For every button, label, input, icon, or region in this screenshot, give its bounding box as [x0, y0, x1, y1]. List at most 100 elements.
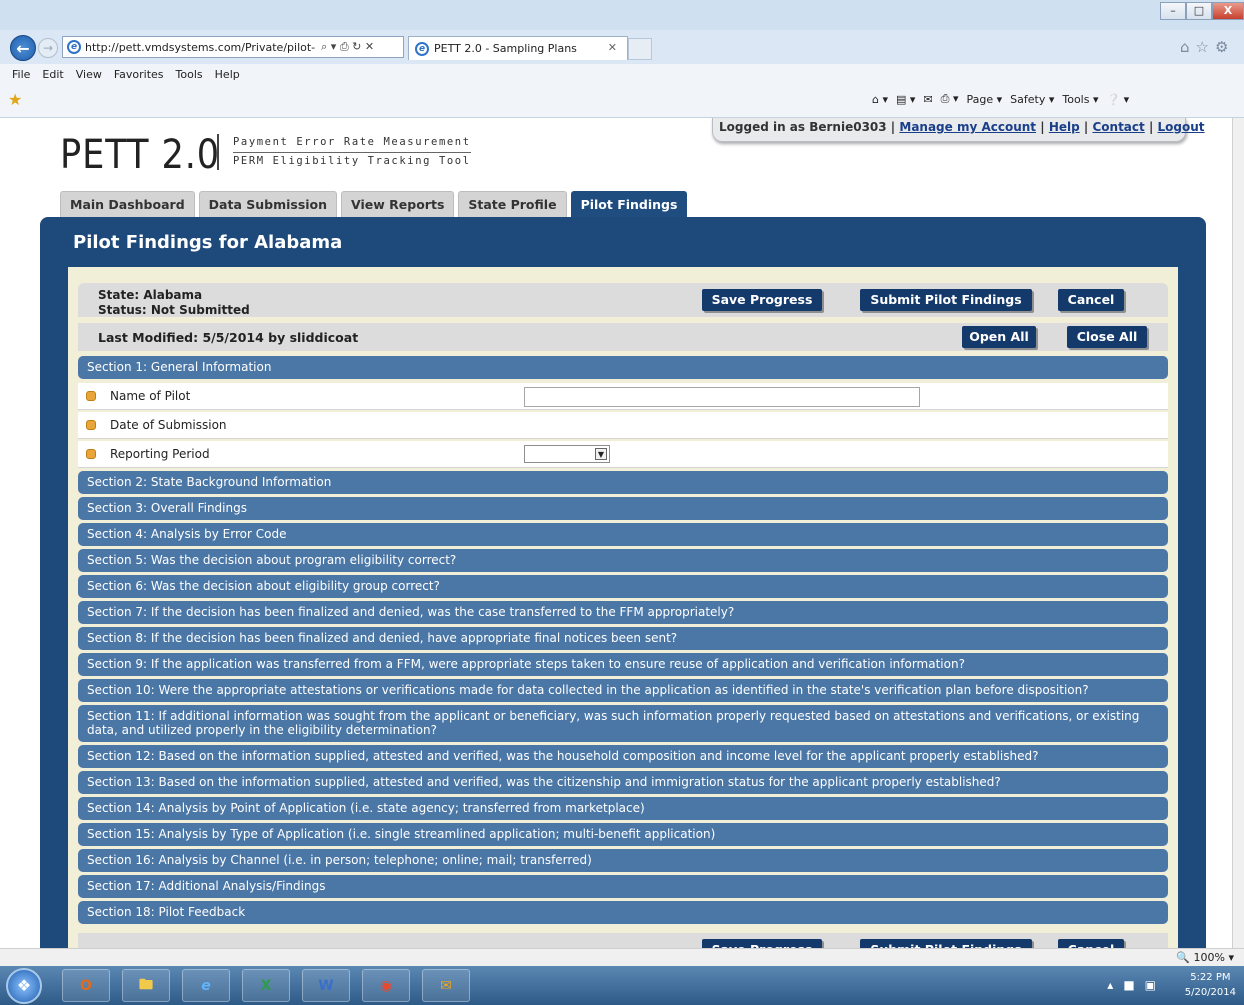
start-button[interactable]: ❖: [6, 968, 42, 1004]
ie-page-icon: e: [67, 40, 81, 54]
new-tab-button[interactable]: [628, 38, 652, 60]
save-progress-button[interactable]: Save Progress: [702, 289, 822, 311]
section-1-header[interactable]: Section 1: General Information: [78, 356, 1168, 379]
zoom-icon: 🔍: [1176, 951, 1191, 964]
section-9-header[interactable]: Section 9: If the application was transf…: [78, 653, 1168, 676]
cmd-safety[interactable]: Safety ▾: [1010, 93, 1054, 106]
logout-link[interactable]: Logout: [1158, 120, 1205, 134]
section-10-header[interactable]: Section 10: Were the appropriate attesta…: [78, 679, 1168, 702]
close-tab-icon[interactable]: ✕: [608, 41, 617, 54]
mail-icon[interactable]: ✉: [923, 93, 932, 106]
home-cmd-icon[interactable]: ⌂ ▾: [872, 93, 888, 106]
tab-state-profile[interactable]: State Profile: [458, 191, 567, 217]
tab-pilot-findings[interactable]: Pilot Findings: [570, 191, 688, 217]
cmd-page[interactable]: Page ▾: [966, 93, 1002, 106]
section-3-header[interactable]: Section 3: Overall Findings: [78, 497, 1168, 520]
contact-link[interactable]: Contact: [1092, 120, 1144, 134]
section-18-header[interactable]: Section 18: Pilot Feedback: [78, 901, 1168, 924]
help-link[interactable]: Help: [1049, 120, 1080, 134]
navigation-row: ← → e http://pett.vmdsystems.com/Private…: [0, 30, 1244, 64]
menu-view[interactable]: View: [70, 68, 108, 81]
tab-main-dashboard[interactable]: Main Dashboard: [60, 191, 195, 217]
system-clock[interactable]: 5:22 PM 5/20/2014: [1185, 970, 1236, 1000]
favorites-star-icon[interactable]: ☆: [1196, 38, 1215, 56]
tab-view-reports[interactable]: View Reports: [341, 191, 455, 217]
help-icon[interactable]: ❔ ▾: [1106, 93, 1129, 106]
vertical-scrollbar[interactable]: [1232, 118, 1244, 948]
gear-icon[interactable]: ⚙: [1215, 38, 1234, 56]
separator: |: [1083, 120, 1089, 134]
section-17-header[interactable]: Section 17: Additional Analysis/Findings: [78, 875, 1168, 898]
name-of-pilot-input[interactable]: [524, 387, 920, 407]
submit-pilot-findings-button[interactable]: Submit Pilot Findings: [860, 289, 1032, 311]
address-controls-icon[interactable]: ⌕ ▾ ⎙ ↻ ✕: [321, 40, 374, 54]
section-14-header[interactable]: Section 14: Analysis by Point of Applica…: [78, 797, 1168, 820]
close-all-button[interactable]: Close All: [1067, 326, 1147, 348]
feeds-icon[interactable]: ▤ ▾: [896, 93, 915, 106]
section-4-header[interactable]: Section 4: Analysis by Error Code: [78, 523, 1168, 546]
open-all-button[interactable]: Open All: [962, 326, 1036, 348]
menu-help[interactable]: Help: [209, 68, 246, 81]
section-5-header[interactable]: Section 5: Was the decision about progra…: [78, 549, 1168, 572]
forward-button[interactable]: →: [38, 38, 58, 58]
browser-tab-title: PETT 2.0 - Sampling Plans: [434, 42, 577, 55]
logo-subtitle: Payment Error Rate Measurement PERM Elig…: [217, 134, 471, 170]
section-15-header[interactable]: Section 15: Analysis by Type of Applicat…: [78, 823, 1168, 846]
explorer-taskbar-icon[interactable]: 🖿: [122, 969, 170, 1002]
close-window-button[interactable]: X: [1212, 2, 1244, 20]
field-reporting-period: Reporting Period ▼: [78, 441, 1168, 468]
back-button[interactable]: ←: [10, 35, 36, 61]
menu-tools[interactable]: Tools: [170, 68, 209, 81]
findings-form: State: Alabama Status: Not Submitted Sav…: [68, 267, 1178, 948]
internet-explorer-taskbar-icon[interactable]: e: [182, 969, 230, 1002]
submit-pilot-findings-button-bottom[interactable]: Submit Pilot Findings: [860, 939, 1032, 948]
app-tabs: Main Dashboard Data Submission View Repo…: [60, 191, 688, 217]
save-progress-button-bottom[interactable]: Save Progress: [702, 939, 822, 948]
favorites-bar-star-icon[interactable]: ★: [8, 90, 22, 109]
reporting-period-select[interactable]: ▼: [524, 445, 610, 463]
cancel-button[interactable]: Cancel: [1058, 289, 1124, 311]
last-modified-text: Last Modified: 5/5/2014 by sliddicoat: [98, 330, 359, 345]
section-13-header[interactable]: Section 13: Based on the information sup…: [78, 771, 1168, 794]
browser-tab[interactable]: e PETT 2.0 - Sampling Plans ✕: [408, 36, 628, 60]
tray-network-icon[interactable]: ▣: [1145, 978, 1166, 992]
field-label: Date of Submission: [110, 418, 227, 432]
last-modified-bar: Last Modified: 5/5/2014 by sliddicoat Op…: [78, 323, 1168, 351]
menu-file[interactable]: File: [6, 68, 36, 81]
menu-favorites[interactable]: Favorites: [108, 68, 170, 81]
zoom-level[interactable]: 100%: [1194, 951, 1225, 964]
tray-arrow-icon[interactable]: ▴: [1107, 978, 1123, 992]
section-6-header[interactable]: Section 6: Was the decision about eligib…: [78, 575, 1168, 598]
address-bar[interactable]: e http://pett.vmdsystems.com/Private/pil…: [62, 36, 404, 58]
section-8-header[interactable]: Section 8: If the decision has been fina…: [78, 627, 1168, 650]
tray-office-icon[interactable]: ■: [1123, 978, 1144, 992]
logo-line-1: Payment Error Rate Measurement: [233, 134, 471, 153]
minimize-button[interactable]: –: [1160, 2, 1186, 20]
outlook-taskbar-icon[interactable]: O: [62, 969, 110, 1002]
tab-data-submission[interactable]: Data Submission: [198, 191, 338, 217]
maximize-button[interactable]: □: [1186, 2, 1212, 20]
section-7-header[interactable]: Section 7: If the decision has been fina…: [78, 601, 1168, 624]
print-icon[interactable]: ⎙ ▾: [941, 92, 959, 106]
clock-date: 5/20/2014: [1184, 987, 1236, 998]
logo-line-2: PERM Eligibility Tracking Tool: [233, 155, 471, 167]
excel-taskbar-icon[interactable]: X: [242, 969, 290, 1002]
chrome-taskbar-icon[interactable]: ◉: [362, 969, 410, 1002]
expand-bullet-icon[interactable]: [86, 420, 96, 430]
menu-edit[interactable]: Edit: [36, 68, 69, 81]
word-taskbar-icon[interactable]: W: [302, 969, 350, 1002]
expand-bullet-icon[interactable]: [86, 449, 96, 459]
outlook-reminder-taskbar-icon[interactable]: ✉: [422, 969, 470, 1002]
cancel-button-bottom[interactable]: Cancel: [1058, 939, 1124, 948]
section-16-header[interactable]: Section 16: Analysis by Channel (i.e. in…: [78, 849, 1168, 872]
section-12-header[interactable]: Section 12: Based on the information sup…: [78, 745, 1168, 768]
section-11-header[interactable]: Section 11: If additional information wa…: [78, 705, 1168, 742]
chevron-down-icon[interactable]: ▼: [595, 448, 607, 460]
expand-bullet-icon[interactable]: [86, 391, 96, 401]
bottom-button-bar: Save Progress Submit Pilot Findings Canc…: [78, 933, 1168, 948]
manage-account-link[interactable]: Manage my Account: [899, 120, 1036, 134]
section-2-header[interactable]: Section 2: State Background Information: [78, 471, 1168, 494]
address-url[interactable]: http://pett.vmdsystems.com/Private/pilot…: [85, 41, 315, 54]
home-icon[interactable]: ⌂: [1180, 38, 1196, 56]
cmd-tools[interactable]: Tools ▾: [1062, 93, 1098, 106]
